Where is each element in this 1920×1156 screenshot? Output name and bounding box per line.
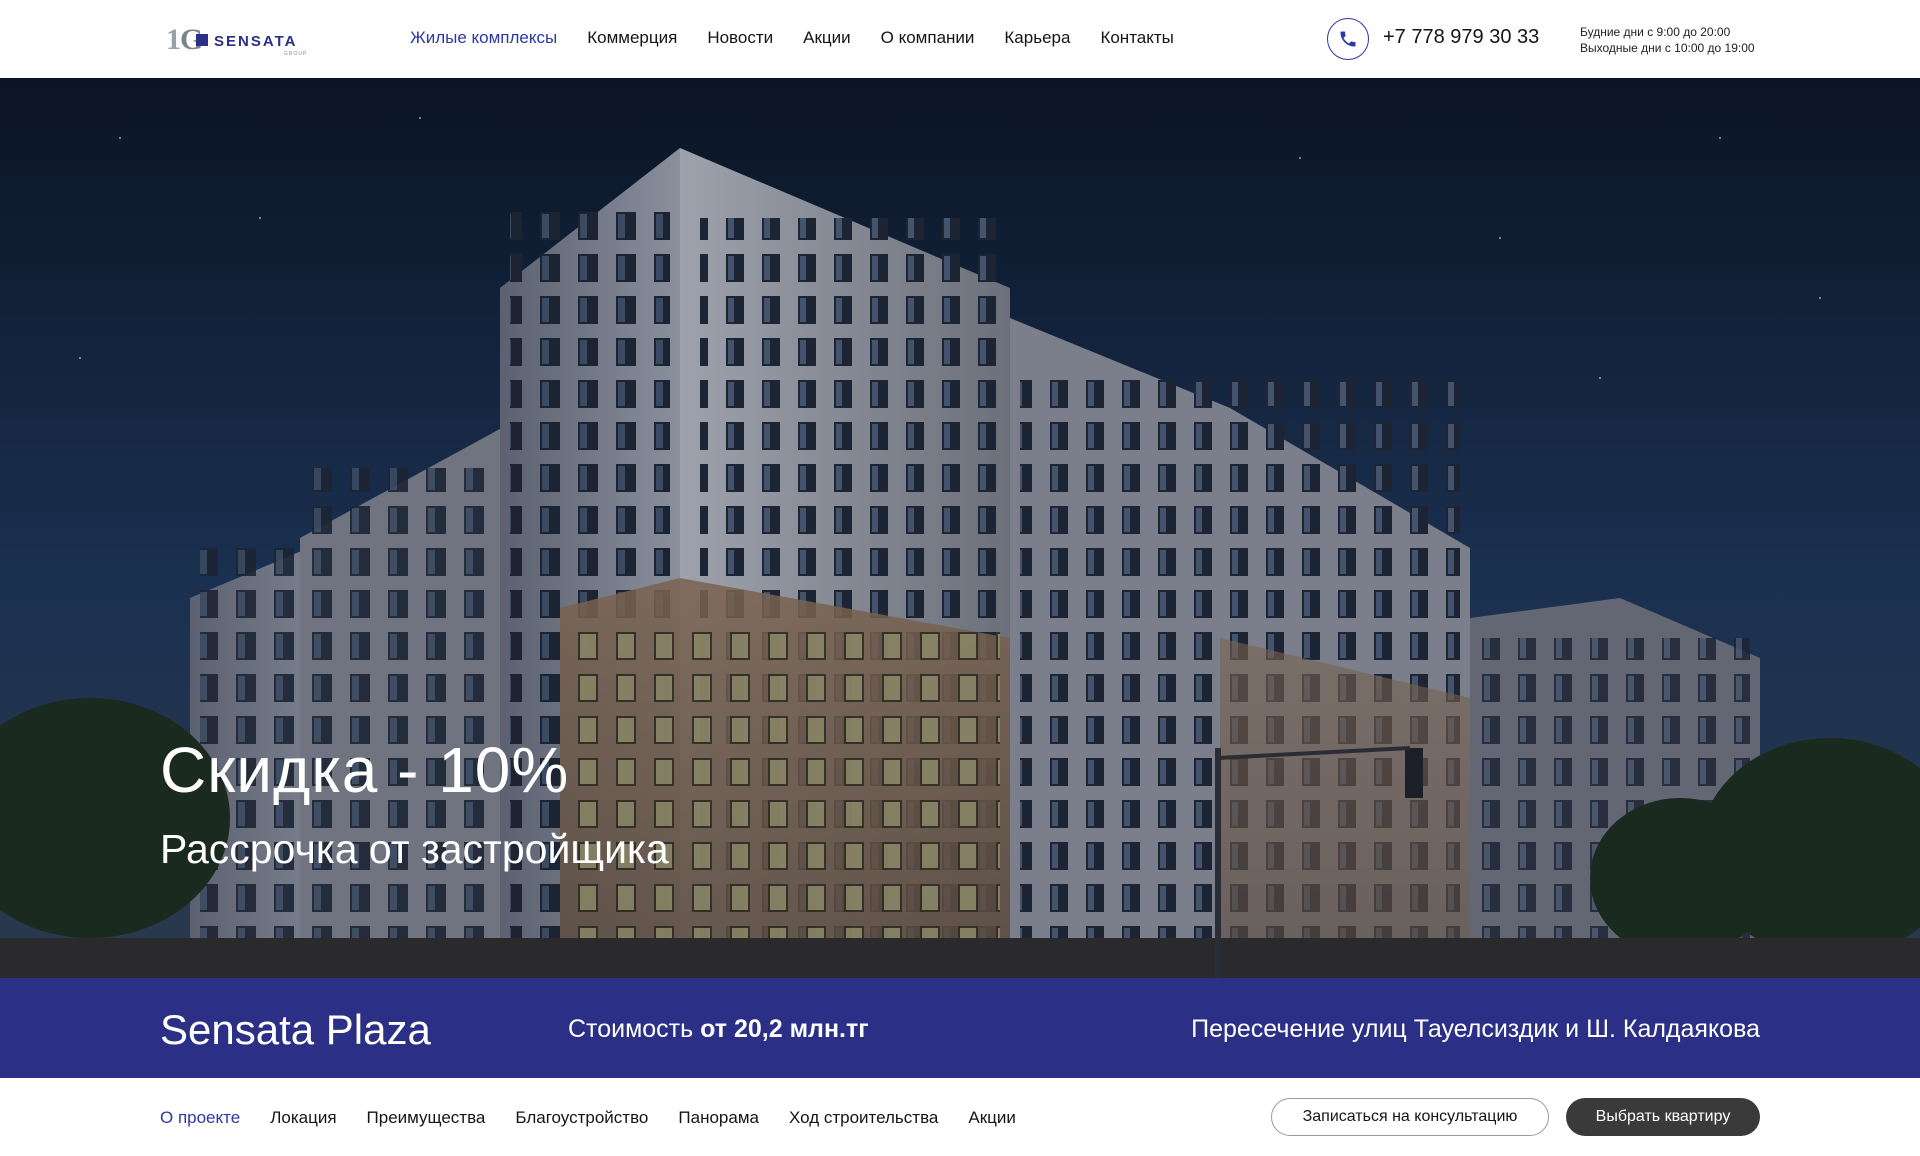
hours-weekend: Выходные дни с 10:00 до 19:00 [1580, 41, 1755, 55]
subnav-promotions[interactable]: Акции [968, 1108, 1016, 1128]
subnav-construction-progress[interactable]: Ход строительства [789, 1108, 938, 1128]
project-address: Пересечение улиц Тауелсиздик и Ш. Калдая… [1191, 1015, 1760, 1043]
subnav-advantages[interactable]: Преимущества [367, 1108, 486, 1128]
project-name: Sensata Plaza [160, 1006, 431, 1053]
subnav-landscaping[interactable]: Благоустройство [515, 1108, 648, 1128]
hero-banner: Скидка - 10% Рассрочка от застройщика [0, 78, 1920, 978]
consultation-button[interactable]: Записаться на консультацию [1271, 1098, 1549, 1136]
phone-icon[interactable] [1327, 18, 1369, 60]
logo-subtext: GROUP [284, 51, 308, 57]
main-nav: Жилые комплексы Коммерция Новости Акции … [410, 28, 1204, 48]
logo-text: SENSATA [214, 33, 298, 50]
project-subnav: О проекте Локация Преимущества Благоустр… [0, 1078, 1920, 1156]
site-header: 1 G SENSATA GROUP Жилые комплексы Коммер… [0, 0, 1920, 78]
subnav-panorama[interactable]: Панорама [678, 1108, 759, 1128]
sensata-logo[interactable]: 1 G SENSATA GROUP [166, 22, 308, 57]
subnav-about[interactable]: О проекте [160, 1108, 240, 1128]
nav-news[interactable]: Новости [707, 28, 773, 48]
hours-weekdays: Будние дни с 9:00 до 20:00 [1580, 25, 1731, 39]
choose-apartment-button[interactable]: Выбрать квартиру [1566, 1098, 1760, 1136]
project-info-band: Sensata Plaza Стоимость от 20,2 млн.тг П… [0, 978, 1920, 1078]
nav-contacts[interactable]: Контакты [1100, 28, 1173, 48]
phone-number[interactable]: +7 778 979 30 33 [1383, 26, 1539, 49]
logo-mark-icon: 1 G [166, 23, 208, 54]
nav-commercial[interactable]: Коммерция [587, 28, 677, 48]
nav-residential[interactable]: Жилые комплексы [410, 28, 557, 48]
working-hours: Будние дни с 9:00 до 20:00 Выходные дни … [1580, 24, 1755, 56]
subnav-location[interactable]: Локация [270, 1108, 336, 1128]
nav-about[interactable]: О компании [881, 28, 975, 48]
svg-text:1: 1 [166, 23, 181, 54]
nav-career[interactable]: Карьера [1004, 28, 1070, 48]
subnav-links: О проекте Локация Преимущества Благоустр… [160, 1108, 1046, 1128]
price-value: от 20,2 млн.тг [700, 1015, 869, 1043]
hero-subtitle: Рассрочка от застройщика [160, 826, 669, 872]
price-prefix: Стоимость [568, 1015, 694, 1043]
project-price: Стоимость от 20,2 млн.тг [568, 1015, 869, 1044]
hero-title: Скидка - 10% [160, 734, 570, 806]
nav-promotions[interactable]: Акции [803, 28, 851, 48]
